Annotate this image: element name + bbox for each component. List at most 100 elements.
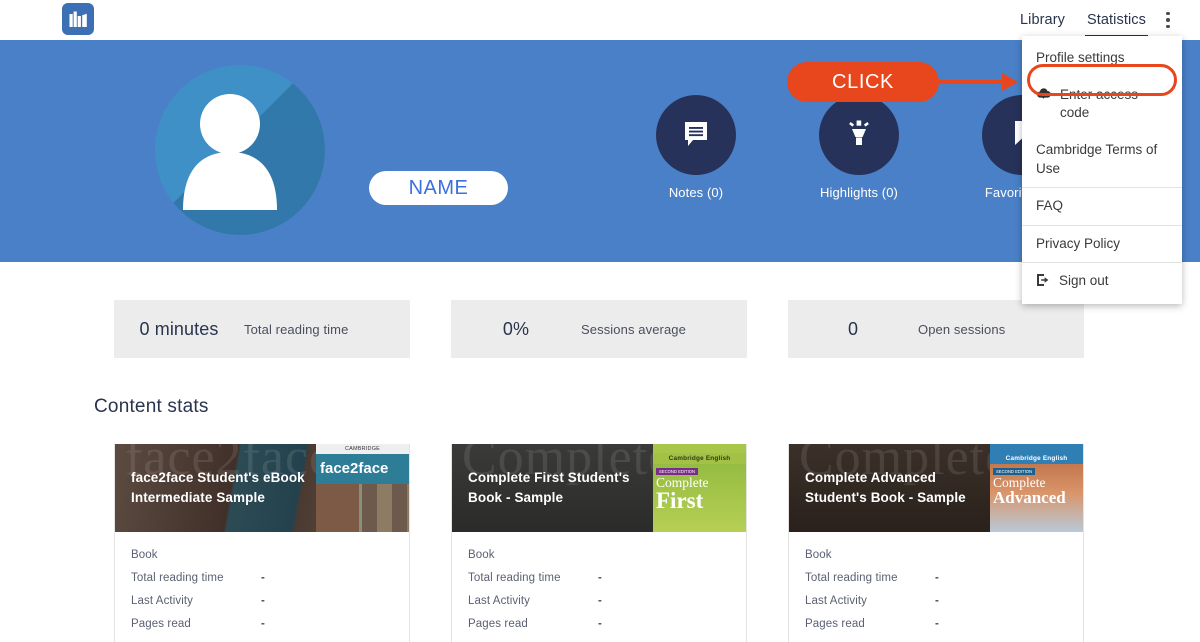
speech-bubble-icon (681, 118, 711, 153)
callout-arrow-line (932, 80, 1010, 84)
nav-link-statistics[interactable]: Statistics (1084, 3, 1149, 38)
summary-card-open-sessions: 0 Open sessions (788, 300, 1084, 358)
banner-stat-icons: Notes (0) Highlights (0) Favorites (0, 40, 1200, 262)
highlights-circle[interactable] (819, 95, 899, 175)
callout-arrow-head (1002, 73, 1018, 91)
library-books-icon (69, 11, 88, 28)
banner-stat-highlights[interactable]: Highlights (0) (785, 95, 933, 200)
menu-item-label: Enter access code (1060, 86, 1139, 121)
stat-value: - (935, 617, 939, 630)
cover-brand: Cambridge English (990, 453, 1083, 464)
card-stat-row: Total reading time - (115, 566, 409, 589)
stat-key: Total reading time (805, 571, 898, 584)
stat-key: Pages read (805, 617, 865, 630)
notes-label: Notes (0) (668, 185, 724, 200)
menu-item-profile-settings[interactable]: Profile settings (1022, 40, 1182, 77)
card-stat-row: Last Activity - (452, 589, 746, 612)
stat-value: - (935, 594, 939, 607)
card-stat-row: Pages read - (115, 612, 409, 635)
stat-value: - (598, 571, 602, 584)
card-stat-row: Last Activity - (115, 589, 409, 612)
summary-value: 0 (847, 318, 859, 339)
summary-card-total-reading-time: 0 minutes Total reading time (114, 300, 410, 358)
summary-value: 0% (502, 318, 530, 339)
kebab-dot (1166, 24, 1170, 29)
card-stat-row: Total reading time - (452, 566, 746, 589)
card-hero: Complete First Complete First Student's … (452, 444, 746, 532)
kebab-dot (1166, 11, 1170, 16)
account-dropdown-menu: Profile settings Enter access code Cambr… (1022, 36, 1182, 304)
cover-title: face2face (320, 460, 389, 477)
cover-title-2: Advanced (993, 488, 1066, 507)
stat-value: - (261, 571, 265, 584)
banner-stat-notes[interactable]: Notes (0) (622, 95, 770, 200)
menu-item-label: Sign out (1059, 273, 1109, 289)
statistics-page: Library Statistics NAME Notes (0) Highli… (0, 0, 1200, 642)
book-cover: CAMBRIDGE face2face (316, 444, 409, 532)
stat-value: - (261, 617, 265, 630)
menu-item-label: Profile settings (1036, 50, 1125, 65)
stat-value: - (935, 571, 939, 584)
card-hero: face2face face2face Student's eBook Inte… (115, 444, 409, 532)
book-cover: Cambridge English SECOND EDITION Complet… (990, 444, 1083, 532)
stat-key: Book (131, 548, 158, 561)
stat-key: Book (468, 548, 495, 561)
cover-edition: SECOND EDITION (656, 468, 699, 475)
stat-key: Total reading time (468, 571, 561, 584)
stat-key: Last Activity (131, 594, 194, 607)
sign-out-icon (1036, 273, 1050, 293)
summary-label: Total reading time (244, 321, 349, 337)
top-navigation-bar: Library Statistics (0, 0, 1200, 40)
card-stat-rows: Book Total reading time - Last Activity … (789, 532, 1083, 642)
menu-item-cambridge-terms-of-use[interactable]: Cambridge Terms of Use (1022, 132, 1182, 187)
cover-brand: Cambridge English (653, 453, 746, 464)
card-stat-row: Last Activity - (789, 589, 1083, 612)
nav-link-library[interactable]: Library (1018, 3, 1067, 38)
menu-item-privacy-policy[interactable]: Privacy Policy (1022, 226, 1182, 263)
summary-label: Open sessions (918, 321, 1006, 337)
summary-card-sessions-average: 0% Sessions average (451, 300, 747, 358)
card-hero: Complete Advanced Complete Advanced Stud… (789, 444, 1083, 532)
summary-label: Sessions average (581, 321, 686, 337)
summary-value: 0 minutes (139, 318, 219, 339)
menu-item-label: FAQ (1036, 198, 1064, 214)
cover-edition: SECOND EDITION (993, 468, 1036, 475)
card-stat-row: Book (115, 543, 409, 566)
page-title: Content stats (94, 396, 209, 417)
content-card[interactable]: Complete Advanced Complete Advanced Stud… (788, 444, 1084, 642)
notes-circle[interactable] (656, 95, 736, 175)
card-stat-row: Book (789, 543, 1083, 566)
app-logo[interactable] (62, 3, 94, 35)
stat-value: - (598, 617, 602, 630)
card-stat-row: Pages read - (789, 612, 1083, 635)
click-callout-button: CLICK (787, 62, 939, 102)
card-stat-rows: Book Total reading time - Last Activity … (452, 532, 746, 642)
menu-item-label: Privacy Policy (1036, 235, 1121, 251)
book-cover: Cambridge English SECOND EDITION Complet… (653, 444, 746, 532)
kebab-menu-icon[interactable] (1158, 8, 1178, 32)
card-stat-row: Total reading time - (789, 566, 1083, 589)
stat-key: Last Activity (468, 594, 531, 607)
stat-value: - (598, 594, 602, 607)
cover-title-2: First (656, 488, 704, 513)
profile-banner: NAME Notes (0) Highlights (0) Favorites (0, 40, 1200, 262)
stat-key: Total reading time (131, 571, 224, 584)
stat-key: Book (805, 548, 832, 561)
menu-item-label: Cambridge Terms of Use (1036, 141, 1158, 176)
menu-item-faq[interactable]: FAQ (1022, 188, 1182, 225)
card-stat-row: Pages read - (452, 612, 746, 635)
menu-item-enter-access-code[interactable]: Enter access code (1022, 77, 1182, 132)
content-card[interactable]: face2face face2face Student's eBook Inte… (114, 444, 410, 642)
card-stat-rows: Book Total reading time - Last Activity … (115, 532, 409, 642)
stat-value: - (261, 594, 265, 607)
stat-key: Pages read (468, 617, 528, 630)
card-stat-row: Book (452, 543, 746, 566)
cloud-download-icon (1036, 87, 1051, 106)
content-card[interactable]: Complete First Complete First Student's … (451, 444, 747, 642)
menu-item-sign-out[interactable]: Sign out (1022, 263, 1182, 302)
highlighter-icon (844, 118, 874, 153)
highlights-label: Highlights (0) (820, 185, 898, 200)
stat-key: Last Activity (805, 594, 868, 607)
kebab-dot (1166, 18, 1170, 22)
stat-key: Pages read (131, 617, 191, 630)
